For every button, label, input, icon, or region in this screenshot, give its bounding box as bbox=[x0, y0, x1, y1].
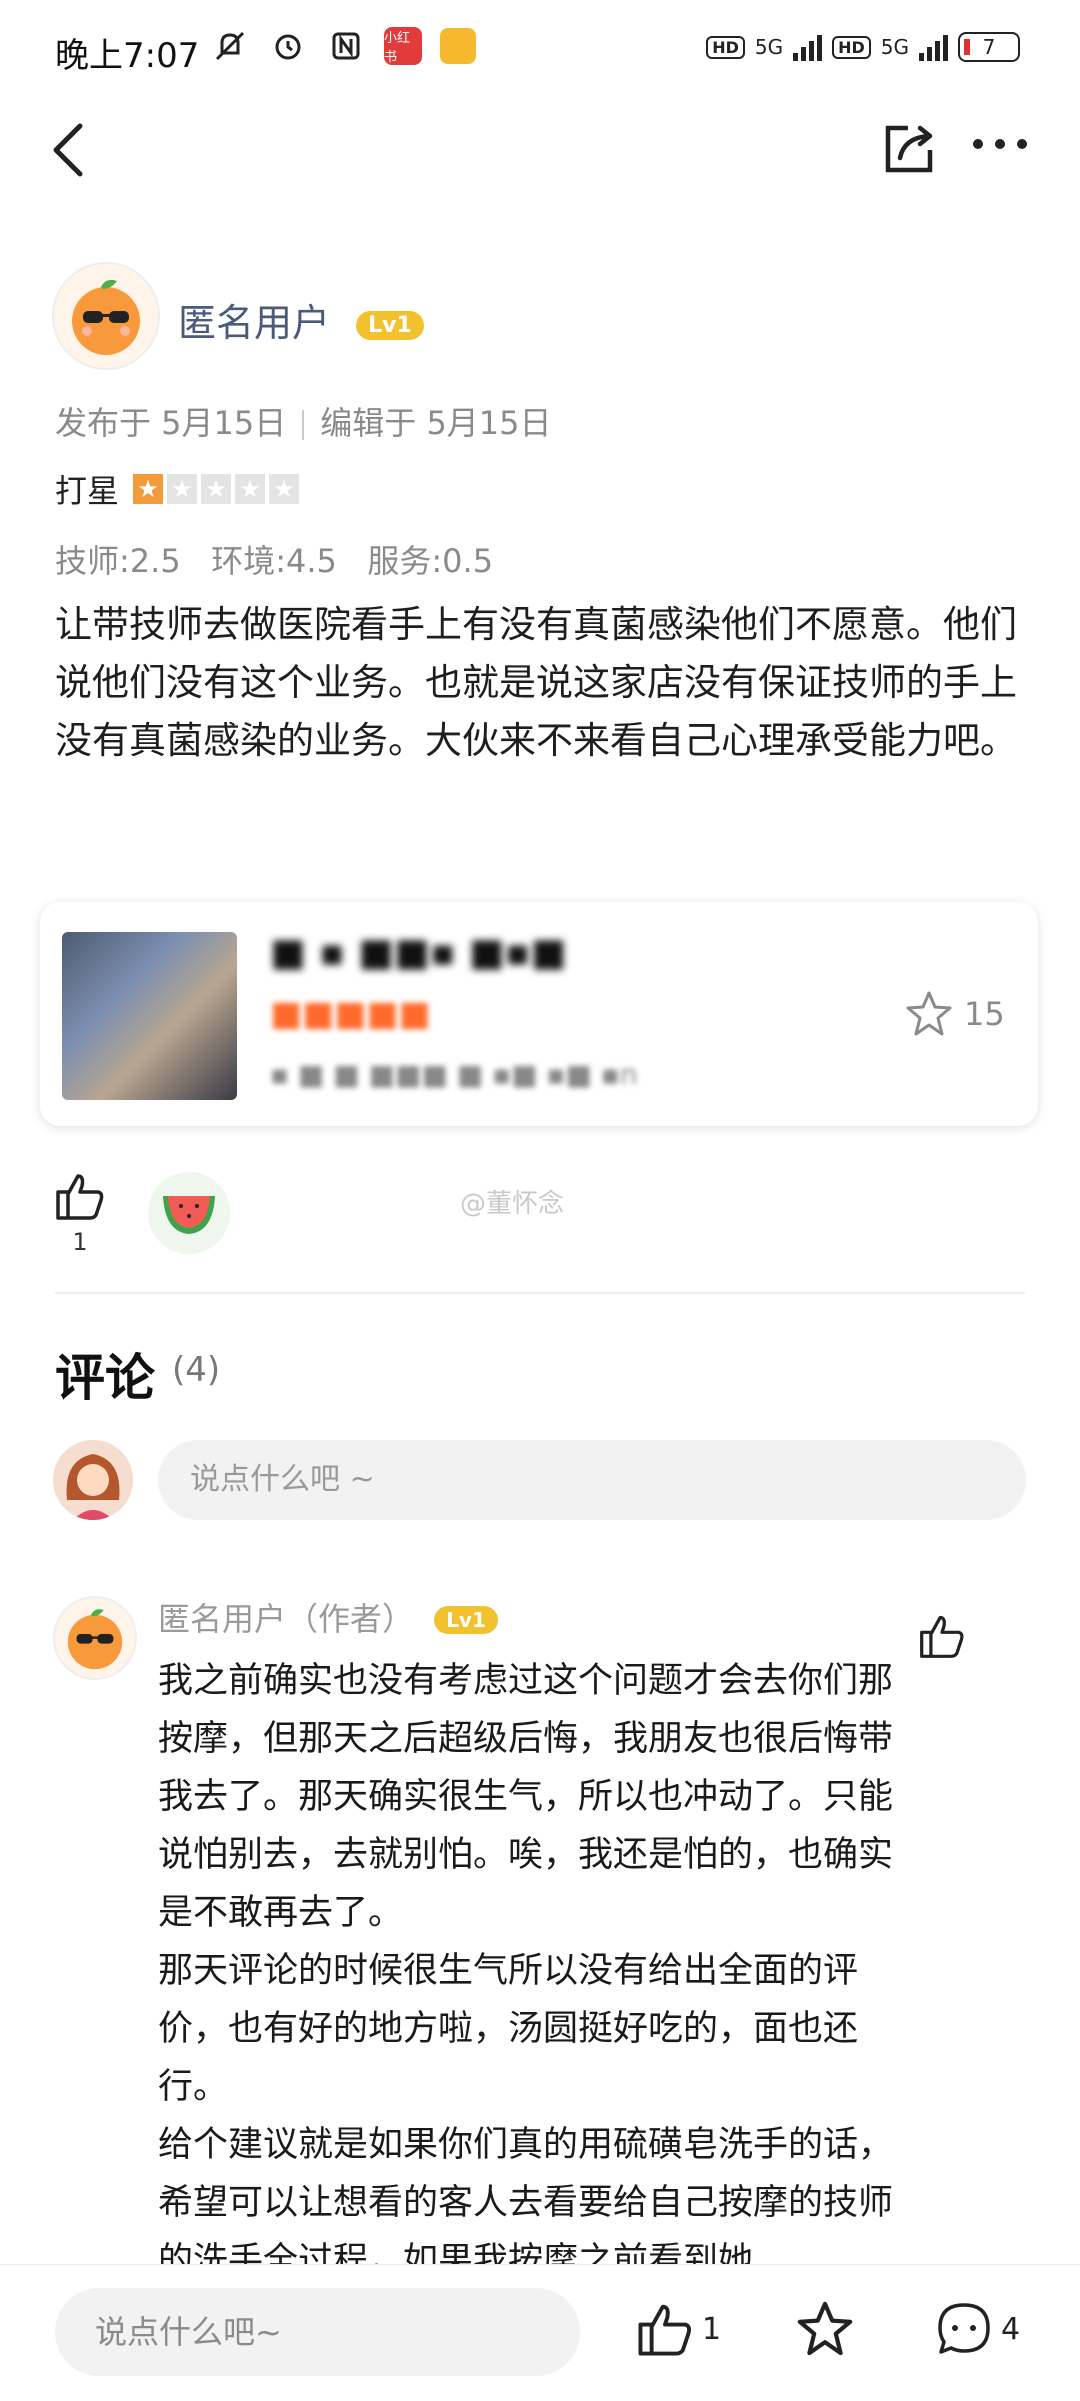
bottom-favorite-button[interactable] bbox=[795, 2300, 855, 2358]
favorite-count: 15 bbox=[964, 995, 1005, 1033]
star-icon: ★ bbox=[201, 474, 232, 504]
post-like-count: 1 bbox=[72, 1228, 88, 1256]
bottom-comment-input[interactable]: 说点什么吧~ bbox=[55, 2288, 580, 2376]
commenter-avatar[interactable] bbox=[53, 1596, 137, 1680]
star-icon: ★ bbox=[269, 474, 300, 504]
star-icon: ★ bbox=[133, 474, 164, 504]
star-rating: ★ ★ ★ ★ ★ bbox=[133, 474, 300, 504]
share-icon bbox=[885, 125, 933, 173]
more-dots-icon bbox=[973, 139, 1027, 149]
author-info: 匿名用户 Lv1 bbox=[178, 292, 424, 347]
user-girl-avatar-icon bbox=[53, 1440, 133, 1520]
status-right: HD 5G HD 5G 7 bbox=[706, 32, 1020, 62]
hd-icon: HD bbox=[706, 35, 745, 59]
meta-divider bbox=[302, 410, 305, 440]
watermelon-icon bbox=[163, 1196, 215, 1234]
thumbs-up-icon bbox=[56, 1174, 104, 1220]
bottom-like-button[interactable]: 1 bbox=[636, 2300, 721, 2358]
author-avatar[interactable] bbox=[52, 262, 160, 370]
orange-sunglasses-avatar-icon bbox=[72, 279, 140, 355]
commenter-name[interactable]: 匿名用户（作者） bbox=[158, 1600, 414, 1638]
mute-icon bbox=[210, 26, 250, 66]
status-time: 晚上7:07 bbox=[55, 36, 200, 76]
comment-input[interactable]: 说点什么吧 ~ bbox=[158, 1440, 1026, 1520]
section-divider bbox=[55, 1292, 1025, 1294]
signal-icon bbox=[793, 33, 823, 61]
publish-date: 发布于 5月15日 bbox=[55, 404, 287, 442]
liker-avatar[interactable] bbox=[148, 1172, 230, 1254]
bottom-like-count: 1 bbox=[702, 2311, 722, 2347]
more-options-button[interactable] bbox=[970, 130, 1030, 160]
bottom-comment-button[interactable]: 4 bbox=[935, 2300, 1020, 2358]
shop-name: ■ ▪ ■■▪ ■▪■ bbox=[270, 930, 567, 974]
chevron-left-icon bbox=[53, 123, 83, 177]
level-badge: Lv1 bbox=[356, 311, 424, 340]
star-icon: ★ bbox=[235, 474, 266, 504]
network-label-a: 5G bbox=[754, 35, 784, 59]
orange-sunglasses-avatar-icon bbox=[67, 1609, 123, 1670]
comment-bubble-icon bbox=[938, 2303, 990, 2354]
notes-app-icon bbox=[440, 28, 476, 64]
rating-label: 打星 bbox=[55, 472, 120, 510]
thumbs-up-icon bbox=[920, 1615, 964, 1658]
star-outline-icon bbox=[906, 991, 952, 1036]
review-body: 让带技师去做医院看手上有没有真菌感染他们不愿意。他们说他们没有这个业务。也就是说… bbox=[55, 603, 1017, 762]
commenter-info: 匿名用户（作者） Lv1 bbox=[158, 1594, 498, 1640]
rating-row: 打星 ★ ★ ★ ★ ★ bbox=[55, 466, 300, 512]
nfc-icon bbox=[326, 26, 366, 66]
star-outline-icon bbox=[797, 2301, 853, 2356]
comment-text: 我之前确实也没有考虑过这个问题才会去你们那按摩，但那天之后超级后悔，我朋友也很后… bbox=[158, 1652, 903, 2290]
xiaohongshu-app-icon: 小红书 bbox=[384, 27, 422, 65]
weibo-watermark: @董怀念 bbox=[460, 1189, 565, 1219]
comment-like-button[interactable] bbox=[918, 1612, 966, 1660]
bottom-comment-count: 4 bbox=[1001, 2311, 1021, 2347]
shop-price: ■■■■■ bbox=[270, 994, 431, 1034]
back-button[interactable] bbox=[48, 120, 88, 180]
shop-thumbnail[interactable] bbox=[62, 932, 237, 1100]
sub-scores: 技师:2.5 环境:4.5 服务:0.5 bbox=[55, 542, 494, 580]
thumbs-up-icon bbox=[638, 2304, 692, 2356]
comments-title: 评论 bbox=[55, 1349, 155, 1407]
author-name[interactable]: 匿名用户 bbox=[178, 301, 330, 345]
comment-paragraph: 那天评论的时候很生气所以没有给出全面的评价，也有好的地方啦，汤圆挺好吃的，面也还… bbox=[158, 1951, 859, 2107]
signal-icon-2 bbox=[919, 33, 948, 61]
status-icons: 小红书 bbox=[210, 26, 476, 66]
favorite-button[interactable]: 15 bbox=[904, 990, 1005, 1038]
comments-count: (4) bbox=[172, 1350, 221, 1390]
comment-paragraph: 我之前确实也没有考虑过这个问题才会去你们那按摩，但那天之后超级后悔，我朋友也很后… bbox=[158, 1661, 894, 1933]
share-button[interactable] bbox=[880, 118, 940, 178]
network-label-b: 5G bbox=[880, 35, 909, 59]
post-like-button[interactable]: 1 bbox=[50, 1170, 110, 1256]
hd-icon-2: HD bbox=[832, 35, 871, 59]
post-meta: 发布于 5月15日 编辑于 5月15日 bbox=[55, 398, 552, 444]
edit-date: 编辑于 5月15日 bbox=[320, 404, 552, 442]
level-badge: Lv1 bbox=[434, 1606, 498, 1634]
battery-icon: 7 bbox=[958, 32, 1020, 62]
alarm-icon bbox=[268, 26, 308, 66]
star-icon: ★ bbox=[167, 474, 198, 504]
my-avatar[interactable] bbox=[53, 1440, 133, 1520]
shop-address: ▪ ■ ■ ■■■ ■ ▪■ ▪■ ▪n bbox=[270, 1058, 638, 1091]
